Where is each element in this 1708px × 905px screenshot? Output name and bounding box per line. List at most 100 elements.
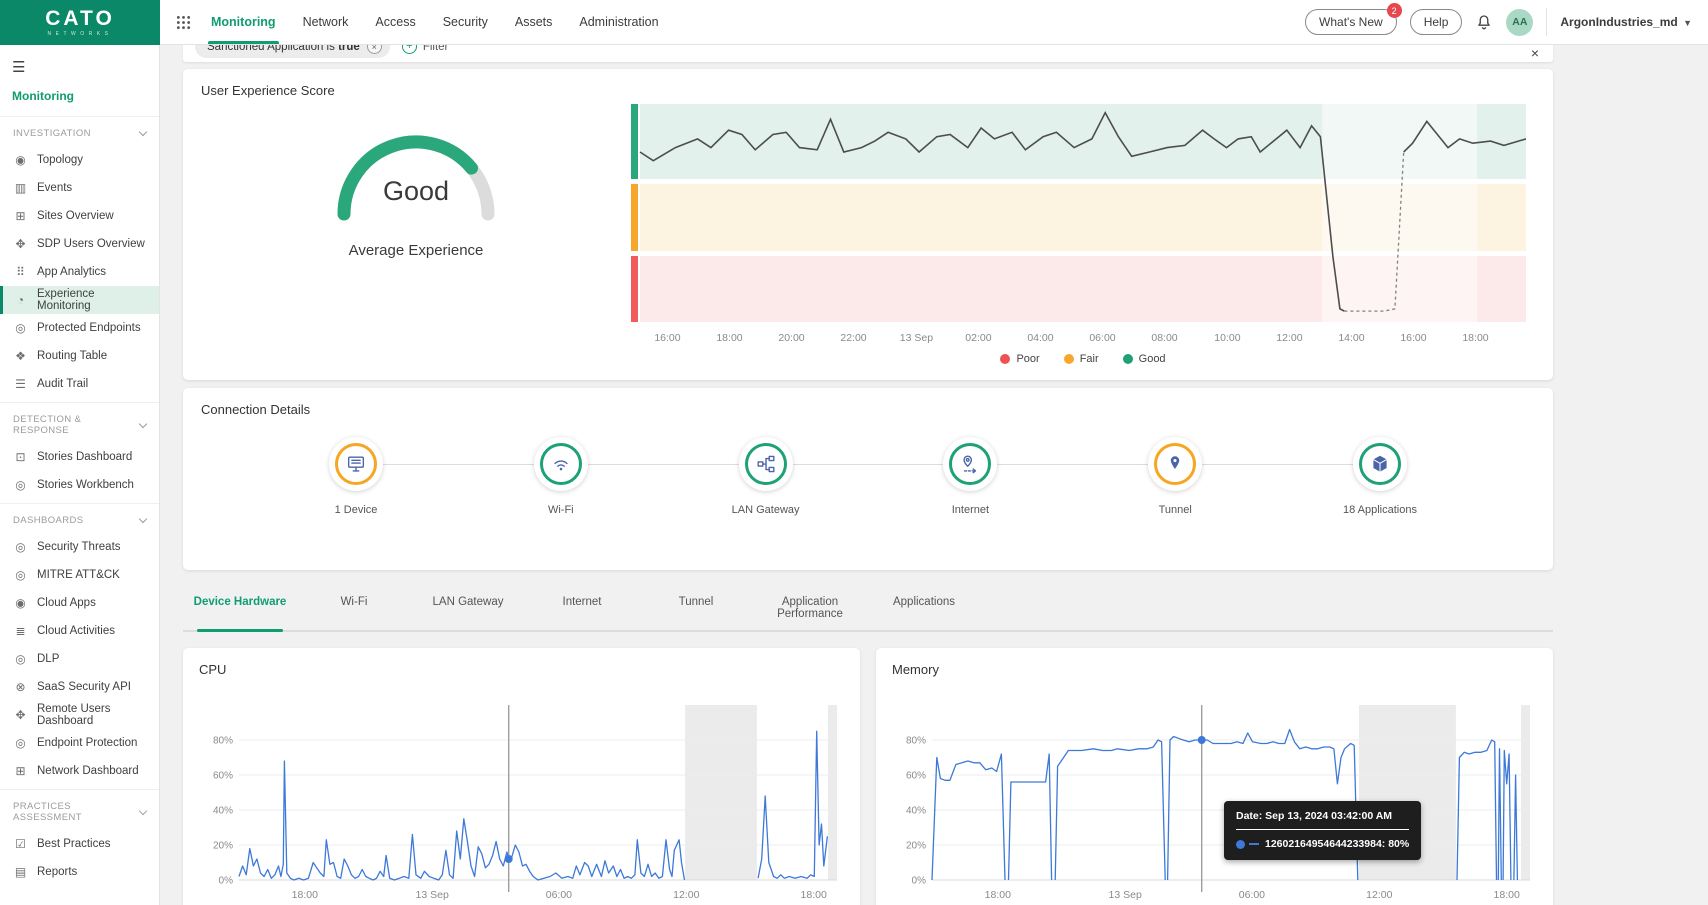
data-line [932, 754, 1005, 880]
legend-item-poor[interactable]: Poor [1000, 353, 1039, 365]
sidebar-section-practices-assessment: PRACTICES ASSESSMENT☑Best Practices▤Repo… [0, 789, 159, 890]
sidebar-item-dlp[interactable]: ◎DLP [0, 645, 159, 673]
sidebar-section-header-practices-assessment[interactable]: PRACTICES ASSESSMENT [0, 792, 159, 830]
connection-node-circle [1353, 437, 1407, 491]
main-content: Sanctioned Application is true × + Filte… [160, 0, 1553, 905]
nav-item-label: Access [375, 15, 415, 29]
tab-internet[interactable]: Internet [525, 584, 639, 630]
band-bar-poor [631, 256, 638, 322]
sidebar-item-cloud-apps[interactable]: ◉Cloud Apps [0, 589, 159, 617]
sidebar-item-stories-workbench[interactable]: ◎Stories Workbench [0, 471, 159, 499]
nav-item-administration[interactable]: Administration [579, 0, 658, 44]
avatar[interactable]: AA [1506, 9, 1533, 36]
account-menu[interactable]: ArgonIndustries_md ▼ [1560, 15, 1692, 29]
connection-node-label: Internet [952, 504, 989, 516]
sidebar-section-header-dashboards[interactable]: DASHBOARDS [0, 506, 159, 533]
close-icon[interactable]: × [1531, 45, 1539, 61]
topology-icon: ◉ [13, 153, 28, 167]
sidebar-item-reports[interactable]: ▤Reports [0, 858, 159, 886]
connection-node-internet[interactable]: Internet [915, 437, 1025, 516]
cato-logo[interactable]: CATO NETWORKS [0, 0, 160, 45]
add-filter-button[interactable]: + Filter [402, 45, 449, 54]
memory-card-title: Memory [892, 662, 1537, 677]
memory-chart-svg[interactable]: 0%20%40%60%80%18:0013 Sep06:0012:0018:00 [892, 705, 1536, 905]
memory-chart[interactable]: 0%20%40%60%80%18:0013 Sep06:0012:0018:00… [892, 705, 1537, 905]
connection-node-tunnel[interactable]: Tunnel [1120, 437, 1230, 516]
connection-node-18-applications[interactable]: 18 Applications [1325, 437, 1435, 516]
legend-item-fair[interactable]: Fair [1064, 353, 1099, 365]
nav-item-network[interactable]: Network [303, 0, 349, 44]
help-button[interactable]: Help [1410, 9, 1463, 35]
band-bar-fair [631, 184, 638, 251]
hamburger-menu-icon[interactable]: ☰ [0, 45, 159, 78]
tab-tunnel[interactable]: Tunnel [639, 584, 753, 630]
sidebar-item-endpoint-protection[interactable]: ◎Endpoint Protection [0, 729, 159, 757]
whats-new-button[interactable]: What's New 2 [1305, 9, 1397, 35]
legend-dot [1064, 354, 1074, 364]
best-practices-icon: ☑ [13, 837, 28, 851]
plus-icon: + [402, 45, 417, 54]
connection-node-wi-fi[interactable]: Wi-Fi [506, 437, 616, 516]
sidebar-item-stories-dashboard[interactable]: ⊡Stories Dashboard [0, 443, 159, 471]
connection-node-lan-gateway[interactable]: LAN Gateway [711, 437, 821, 516]
topbar-divider [1546, 8, 1547, 36]
bell-icon[interactable] [1475, 13, 1493, 31]
endpoint-protection-icon: ◎ [13, 736, 28, 750]
sidebar-item-topology[interactable]: ◉Topology [0, 146, 159, 174]
sidebar-item-sites-overview[interactable]: ⊞Sites Overview [0, 202, 159, 230]
tab-wi-fi[interactable]: Wi-Fi [297, 584, 411, 630]
nav-item-assets[interactable]: Assets [515, 0, 553, 44]
tab-applications[interactable]: Applications [867, 584, 981, 630]
tab-lan-gateway[interactable]: LAN Gateway [411, 584, 525, 630]
filter-chip-remove-icon[interactable]: × [367, 45, 382, 54]
wifi-icon [550, 453, 572, 475]
sidebar-item-audit-trail[interactable]: ☰Audit Trail [0, 370, 159, 398]
user-experience-score-card: User Experience Score Good Average Exper… [183, 69, 1553, 380]
sidebar-item-experience-monitoring[interactable]: ◔Experience Monitoring [0, 286, 159, 314]
sidebar-item-saas-security-api[interactable]: ⊗SaaS Security API [0, 673, 159, 701]
sidebar-item-best-practices[interactable]: ☑Best Practices [0, 830, 159, 858]
memory-card: Memory 0%20%40%60%80%18:0013 Sep06:0012:… [876, 648, 1553, 905]
legend-item-good[interactable]: Good [1123, 353, 1166, 365]
sidebar-item-protected-endpoints[interactable]: ◎Protected Endpoints [0, 314, 159, 342]
network-dashboard-icon: ⊞ [13, 764, 28, 778]
sidebar-item-routing-table[interactable]: ❖Routing Table [0, 342, 159, 370]
sidebar-item-remote-users-dashboard[interactable]: ✥Remote Users Dashboard [0, 701, 159, 729]
x-tick-label: 06:00 [546, 889, 572, 901]
dlp-icon: ◎ [13, 652, 28, 666]
cpu-chart-svg[interactable]: 0%20%40%60%80%18:0013 Sep06:0012:0018:00 [199, 705, 843, 905]
protected-endpoints-icon: ◎ [13, 321, 28, 335]
tab-application-performance[interactable]: Application Performance [753, 584, 867, 630]
connection-node-1-device[interactable]: 1 Device [301, 437, 411, 516]
sidebar-item-label: Stories Workbench [37, 479, 134, 491]
sidebar-item-app-analytics[interactable]: ⠿App Analytics [0, 258, 159, 286]
tab-label: Internet [563, 596, 602, 608]
cpu-chart[interactable]: 0%20%40%60%80%18:0013 Sep06:0012:0018:00 [199, 705, 844, 905]
score-legend: Poor Fair Good [631, 346, 1535, 372]
score-chart-canvas[interactable] [631, 100, 1535, 325]
nav-item-access[interactable]: Access [375, 0, 415, 44]
tooltip-series-dot [1236, 840, 1245, 849]
score-chart-svg[interactable] [631, 100, 1526, 322]
tab-label: Wi-Fi [341, 596, 368, 608]
sidebar-item-events[interactable]: ▥Events [0, 174, 159, 202]
sidebar-item-mitre-att-ck[interactable]: ◎MITRE ATT&CK [0, 561, 159, 589]
sidebar-item-security-threats[interactable]: ◎Security Threats [0, 533, 159, 561]
sidebar-item-network-dashboard[interactable]: ⊞Network Dashboard [0, 757, 159, 785]
connection-card-title: Connection Details [201, 402, 1535, 417]
sidebar-title-monitoring[interactable]: Monitoring [0, 78, 159, 116]
section-label: DETECTION & RESPONSE [13, 414, 140, 436]
sidebar-section-header-detection-response[interactable]: DETECTION & RESPONSE [0, 405, 159, 443]
sidebar-item-label: SaaS Security API [37, 681, 131, 693]
filter-chip-sanctioned-application[interactable]: Sanctioned Application is true × [195, 45, 390, 58]
nav-item-monitoring[interactable]: Monitoring [211, 0, 276, 44]
sidebar-item-sdp-users-overview[interactable]: ✥SDP Users Overview [0, 230, 159, 258]
nav-item-security[interactable]: Security [443, 0, 488, 44]
tab-device-hardware[interactable]: Device Hardware [183, 584, 297, 630]
gauge-caption: Average Experience [349, 242, 484, 259]
sidebar-section-header-investigation[interactable]: INVESTIGATION [0, 119, 159, 146]
help-label: Help [1424, 15, 1449, 29]
sidebar-item-label: Stories Dashboard [37, 451, 132, 463]
app-grid-icon[interactable] [176, 15, 191, 30]
sidebar-item-cloud-activities[interactable]: ≣Cloud Activities [0, 617, 159, 645]
